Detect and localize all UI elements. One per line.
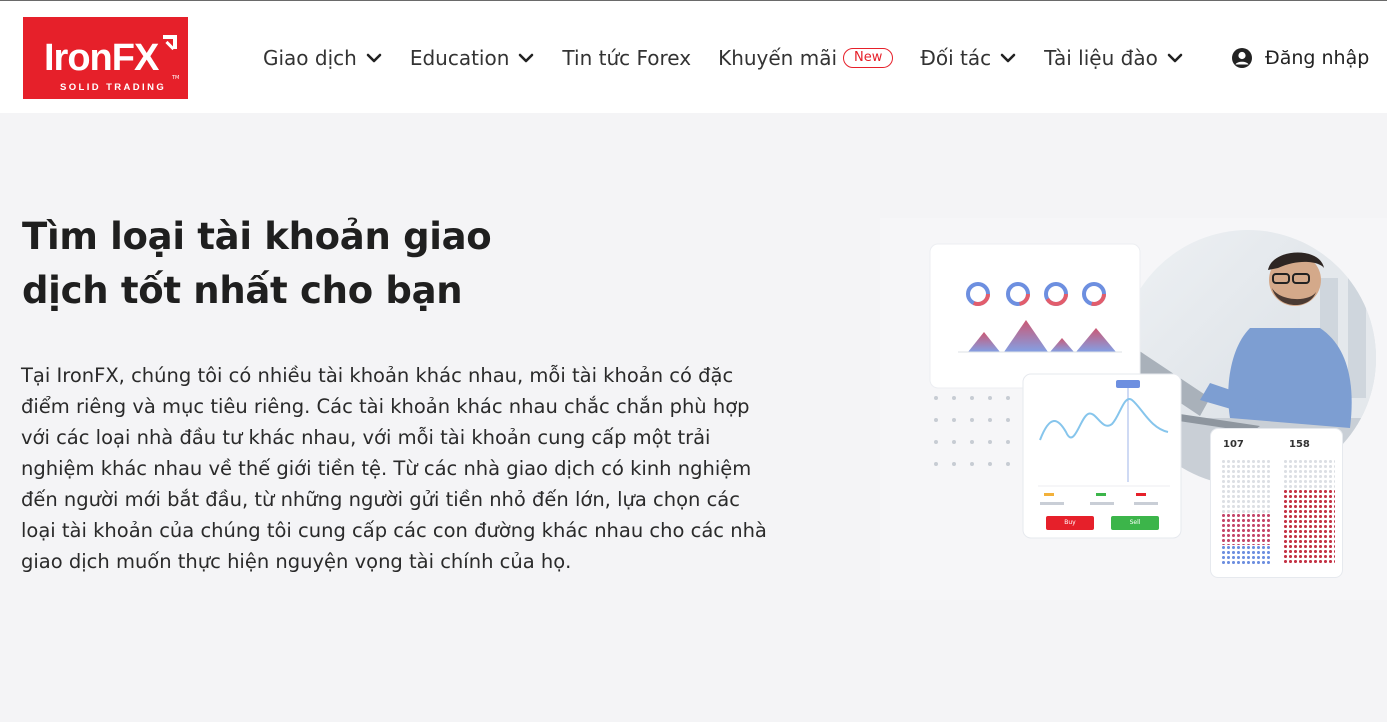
hero-title-line2: dịch tốt nhất cho bạn bbox=[22, 269, 463, 312]
login-button[interactable]: Đăng nhập bbox=[1231, 43, 1369, 73]
dot-matrix-left-base bbox=[1221, 545, 1271, 565]
nav-item-label: Khuyến mãi bbox=[718, 46, 838, 70]
nav-item-education[interactable]: Education bbox=[410, 46, 536, 70]
logo-wordmark: IronFX bbox=[44, 37, 159, 79]
new-badge: New bbox=[843, 48, 894, 68]
dot-matrix-right-fill bbox=[1283, 489, 1335, 565]
nav-item-label: Tin tức Forex bbox=[562, 46, 692, 70]
nav-item-tin-tuc-forex[interactable]: Tin tức Forex bbox=[562, 46, 691, 70]
login-label: Đăng nhập bbox=[1265, 47, 1370, 69]
counter-right: 158 bbox=[1289, 439, 1310, 450]
ironfx-logo[interactable]: IronFX TM SOLID TRADING bbox=[23, 17, 188, 99]
hero-illustration: Buy Sell 107 158 bbox=[880, 218, 1387, 600]
logo-arrow-icon bbox=[163, 35, 177, 49]
nav-item-label: Tài liệu đào bbox=[1044, 46, 1158, 70]
nav-item-label: Giao dịch bbox=[263, 46, 357, 70]
chevron-down-icon bbox=[1000, 53, 1016, 63]
main-nav: Giao dịch Education Tin tức Forex Khuyến… bbox=[263, 43, 1184, 73]
hero-description: Tại IronFX, chúng tôi có nhiều tài khoản… bbox=[21, 364, 767, 573]
site-header: IronFX TM SOLID TRADING Giao dịch Educat… bbox=[0, 0, 1387, 113]
sell-button: Sell bbox=[1129, 519, 1141, 526]
chevron-down-icon bbox=[1167, 53, 1183, 63]
chevron-down-icon bbox=[519, 53, 534, 63]
logo-tagline: SOLID TRADING bbox=[60, 82, 167, 93]
nav-item-tai-lieu-dao[interactable]: Tài liệu đào bbox=[1044, 46, 1184, 70]
nav-item-label: Education bbox=[409, 46, 510, 70]
nav-item-doi-tac[interactable]: Đối tác bbox=[920, 46, 1017, 70]
counter-left: 107 bbox=[1223, 439, 1244, 450]
chevron-down-icon bbox=[366, 53, 382, 63]
user-icon bbox=[1232, 48, 1252, 68]
hero-title-line1: Tìm loại tài khoản giao bbox=[22, 215, 492, 258]
buy-button: Buy bbox=[1064, 519, 1076, 526]
counters-card: 107 158 bbox=[1210, 428, 1343, 578]
hero-title: Tìm loại tài khoản giao dịch tốt nhất ch… bbox=[22, 210, 542, 318]
nav-item-khuyen-mai[interactable]: Khuyến mãi New bbox=[718, 46, 894, 70]
nav-item-giao-dich[interactable]: Giao dịch bbox=[263, 46, 383, 70]
nav-item-label: Đối tác bbox=[920, 46, 992, 70]
